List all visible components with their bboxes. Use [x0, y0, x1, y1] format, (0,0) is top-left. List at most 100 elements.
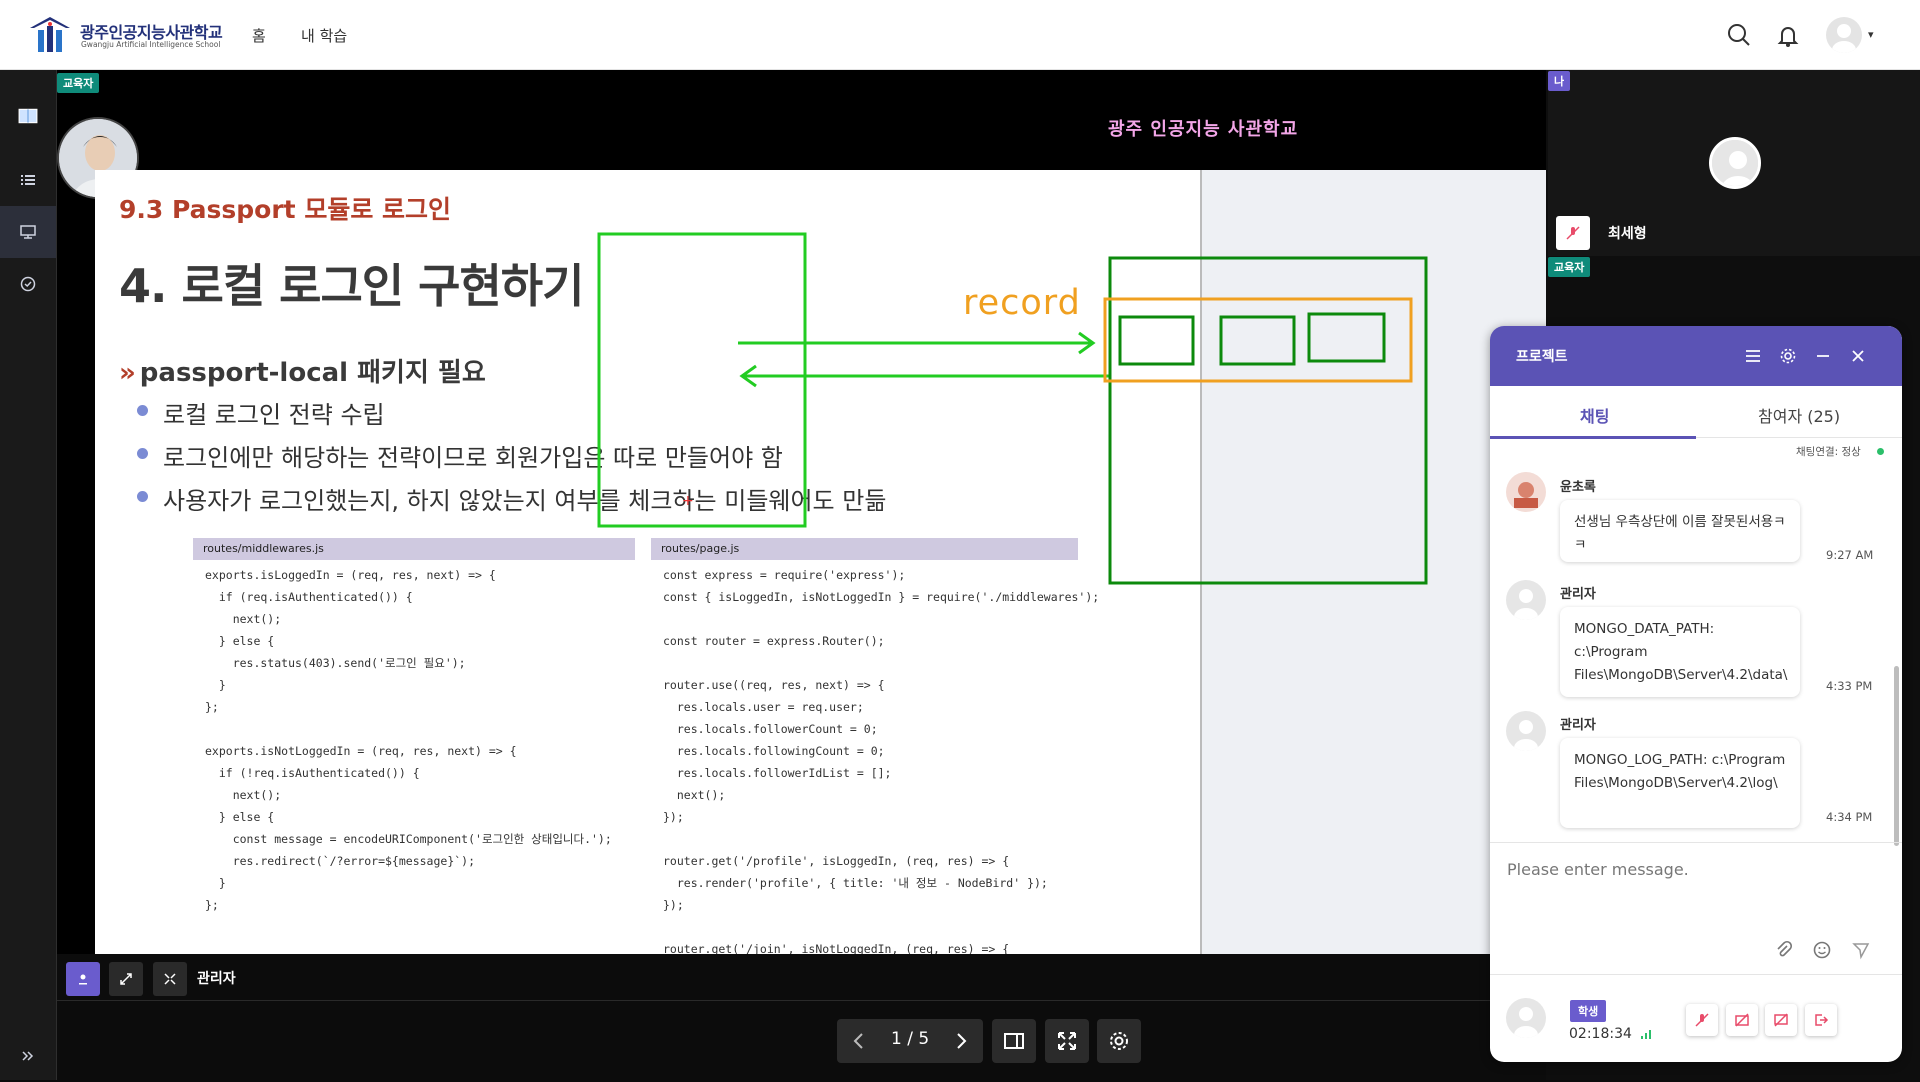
- prev-page-button[interactable]: [837, 1019, 881, 1063]
- next-page-button[interactable]: [939, 1019, 983, 1063]
- pointer-marker-icon: +: [682, 493, 694, 509]
- gear-icon[interactable]: [1778, 346, 1798, 366]
- school-logo-icon[interactable]: [28, 14, 72, 54]
- page-indicator: 1 / 5: [891, 1029, 930, 1049]
- code-line: }: [205, 876, 226, 890]
- leave-button[interactable]: [1805, 1004, 1837, 1036]
- message-input[interactable]: Please enter message.: [1507, 860, 1689, 879]
- expand-diagonal-icon: [120, 973, 132, 985]
- tab-participants[interactable]: 참여자 (25): [1758, 403, 1840, 427]
- search-icon[interactable]: [1724, 20, 1754, 50]
- message-time: 9:27 AM: [1826, 548, 1874, 562]
- message-avatar: [1506, 580, 1546, 620]
- signal-strength-icon: [1641, 1030, 1652, 1039]
- message-sender: 관리자: [1560, 718, 1596, 733]
- top-navigation-bar: 광주인공지능사관학교 Gwangju Artificial Intelligen…: [0, 0, 1920, 70]
- camera-off-icon: [1735, 1013, 1749, 1027]
- chat-scrollbar[interactable]: [1894, 666, 1899, 846]
- connection-status-dot: [1877, 448, 1884, 455]
- tab-chat[interactable]: 채팅: [1580, 403, 1609, 427]
- expand-button[interactable]: [109, 962, 143, 996]
- slide-subtitle: 9.3 Passport 모듈로 로그인: [119, 195, 452, 224]
- layout-toggle-button[interactable]: [992, 1019, 1036, 1063]
- double-chevron-right-icon: [22, 1051, 34, 1061]
- bottom-toolbar: [57, 1000, 1546, 1080]
- code-line: res.locals.user = req.user;: [663, 700, 864, 714]
- my-mic-off-button[interactable]: [1556, 216, 1590, 250]
- code-line: } else {: [205, 634, 275, 648]
- chat-header: 프로젝트: [1490, 326, 1902, 386]
- code-block-page: const express = require('express'); const…: [663, 564, 1099, 954]
- check-circle-icon: [20, 276, 36, 292]
- my-role-badge: 학생: [1570, 1000, 1607, 1022]
- code-line: if (req.isAuthenticated()) {: [205, 590, 413, 604]
- school-logo-subtitle: Gwangju Artificial Intelligence School: [81, 40, 221, 49]
- exit-icon: [1815, 1014, 1829, 1026]
- sidebar-item-book[interactable]: [0, 86, 56, 146]
- message-bubble: MONGO_LOG_PATH: c:\Program Files\MongoDB…: [1560, 738, 1800, 828]
- nav-home-link[interactable]: 홈: [252, 25, 266, 46]
- slide-bullet: 로컬 로그인 전략 수립: [137, 395, 385, 430]
- chevron-left-icon: [853, 1033, 863, 1049]
- code-line: const message = encodeURIComponent('로그인한…: [205, 832, 612, 846]
- me-badge: 나: [1548, 71, 1571, 91]
- mic-toggle-button[interactable]: [1686, 1004, 1718, 1036]
- code-line: if (!req.isAuthenticated()) {: [205, 766, 420, 780]
- book-icon: [18, 108, 38, 124]
- slide-bullet: 로그인에만 해당하는 전략이므로 회원가입은 따로 만들어야 함: [137, 438, 783, 473]
- school-title-banner: 광주 인공지능 사관학교: [1108, 119, 1299, 140]
- presenter-person-button[interactable]: [66, 962, 100, 996]
- gear-icon: [1110, 1032, 1128, 1050]
- person-icon: [79, 974, 87, 985]
- left-sidebar: [0, 70, 57, 1080]
- sidebar-item-screen[interactable]: [0, 206, 56, 258]
- code-line: });: [663, 898, 684, 912]
- emoji-icon[interactable]: [1812, 940, 1832, 960]
- close-icon[interactable]: [1848, 346, 1868, 366]
- split-layout-icon: [1004, 1033, 1024, 1049]
- message-sender: 관리자: [1560, 587, 1596, 602]
- message-sender: 윤초록: [1560, 480, 1596, 495]
- menu-icon[interactable]: [1743, 346, 1763, 366]
- code-line: router.get('/profile', isLoggedIn, (req,…: [663, 854, 1010, 868]
- chat-panel: 프로젝트 채팅 참여자 (25) 채팅연결: 정상 윤초록 선생님 우측상단에 …: [1490, 326, 1902, 1062]
- sidebar-item-list[interactable]: [0, 154, 56, 206]
- code-line: };: [205, 700, 219, 714]
- active-tab-indicator: [1490, 436, 1696, 439]
- user-menu-caret-icon[interactable]: ▾: [1868, 28, 1874, 41]
- code-line: };: [205, 898, 219, 912]
- nav-my-study-link[interactable]: 내 학습: [301, 25, 347, 46]
- session-timer-text: 02:18:34: [1569, 1026, 1632, 1042]
- sidebar-item-check[interactable]: [0, 258, 56, 310]
- camera-toggle-button[interactable]: [1726, 1004, 1758, 1036]
- paperclip-icon[interactable]: [1774, 940, 1794, 960]
- send-icon[interactable]: [1851, 940, 1871, 960]
- double-chevron-icon: »: [119, 358, 136, 388]
- fullscreen-toggle-button[interactable]: [1045, 1019, 1089, 1063]
- user-avatar[interactable]: [1826, 17, 1862, 53]
- chat-title: 프로젝트: [1516, 349, 1568, 365]
- mic-off-icon: [1566, 226, 1580, 240]
- sidebar-expand-button[interactable]: [0, 1030, 56, 1082]
- bell-icon[interactable]: [1773, 20, 1803, 50]
- code-line: });: [663, 810, 684, 824]
- code-line: next();: [205, 788, 282, 802]
- minimize-icon[interactable]: [1813, 346, 1833, 366]
- chat-tabs: 채팅 참여자 (25): [1490, 386, 1902, 439]
- my-avatar: [1709, 137, 1761, 189]
- fullscreen-arrows-icon: [1058, 1032, 1076, 1050]
- list-icon: [21, 175, 35, 185]
- screen-share-off-icon: [1774, 1013, 1788, 1027]
- slide-main-bullet-text: passport-local 패키지 필요: [139, 358, 486, 388]
- screen-share-toggle-button[interactable]: [1765, 1004, 1797, 1036]
- fullscreen-icon: [164, 973, 176, 985]
- code-line: const router = express.Router();: [663, 634, 885, 648]
- fullscreen-button[interactable]: [153, 962, 187, 996]
- code-line: res.render('profile', { title: '내 정보 - N…: [663, 876, 1048, 890]
- settings-button[interactable]: [1097, 1019, 1141, 1063]
- code-line: const express = require('express');: [663, 568, 906, 582]
